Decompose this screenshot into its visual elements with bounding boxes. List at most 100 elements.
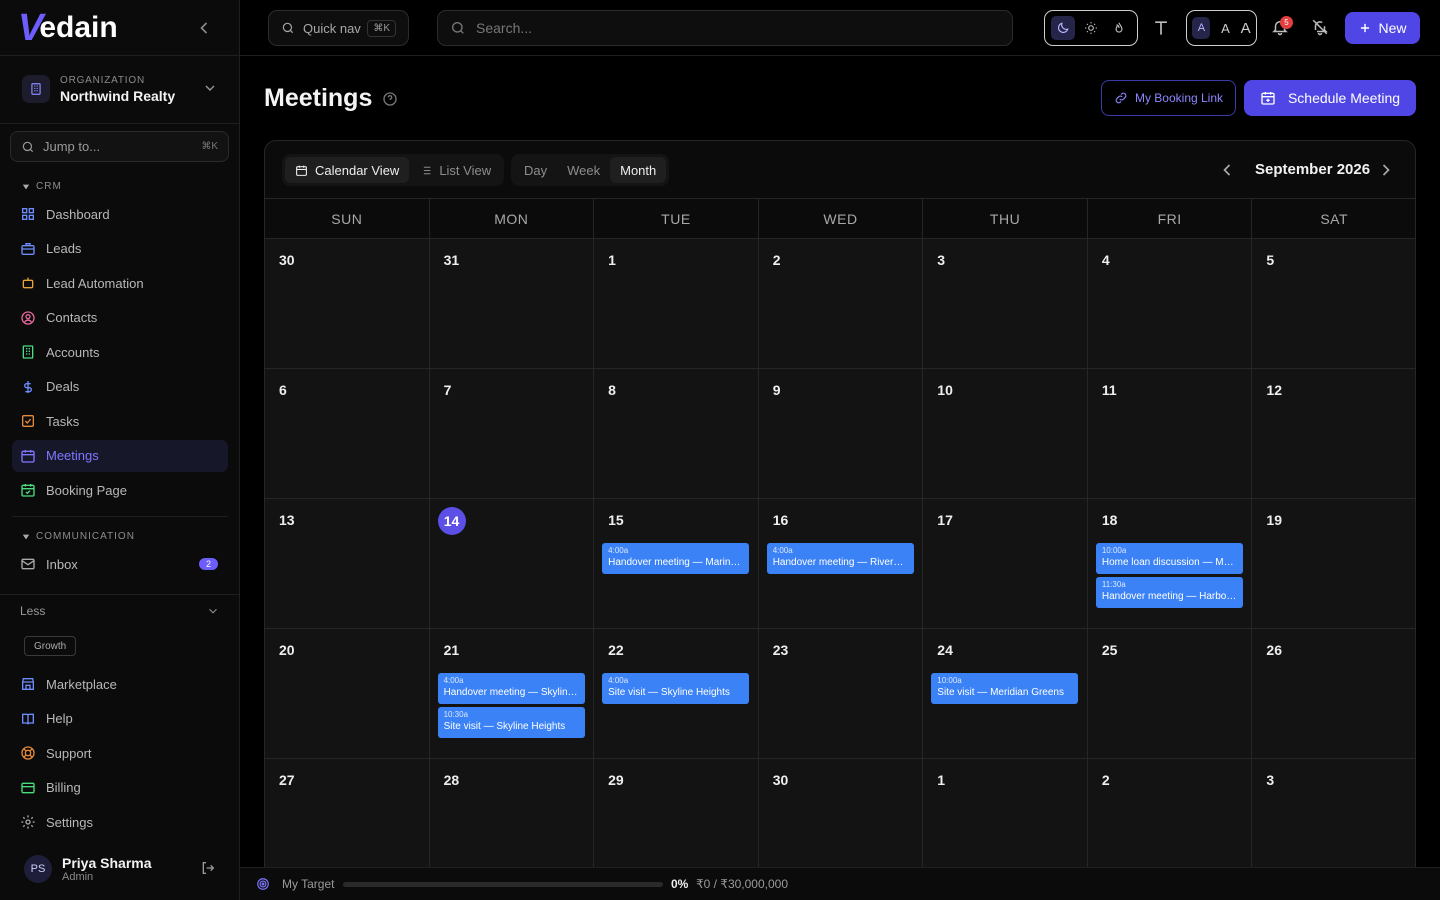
day-number: 12 xyxy=(1266,382,1282,398)
day-cell[interactable]: 30 xyxy=(265,239,430,369)
sun-icon[interactable] xyxy=(1079,16,1103,40)
day-cell[interactable]: 31 xyxy=(429,239,595,369)
link-icon xyxy=(1115,92,1127,104)
bell-off-icon[interactable] xyxy=(1311,18,1331,38)
day-cell[interactable]: 23 xyxy=(758,629,924,759)
sidebar-item-billing[interactable]: Billing xyxy=(12,772,228,804)
logout-icon[interactable] xyxy=(200,860,216,876)
sidebar-item-help[interactable]: Help xyxy=(12,703,228,735)
quick-nav-button[interactable]: Quick nav ⌘K xyxy=(268,10,409,46)
day-cell[interactable]: 7 xyxy=(429,369,595,499)
day-cell[interactable]: 2 xyxy=(758,239,924,369)
less-toggle[interactable]: Less xyxy=(20,604,220,618)
section-communication[interactable]: COMMUNICATION xyxy=(22,531,135,542)
day-cell[interactable]: 11 xyxy=(1087,369,1253,499)
sidebar-item-label: Accounts xyxy=(46,344,100,360)
day-cell[interactable]: 3 xyxy=(923,239,1088,369)
day-cell[interactable]: 14 xyxy=(429,499,595,629)
event-time: 4:00a xyxy=(608,676,629,685)
moon-icon[interactable] xyxy=(1051,16,1075,40)
sidebar-item-lead-automation[interactable]: Lead Automation xyxy=(12,267,228,299)
calendar-view-tab[interactable]: Calendar View xyxy=(285,157,410,183)
calendar-icon xyxy=(296,165,307,176)
text-format-icon[interactable] xyxy=(1151,18,1171,38)
brand-logo[interactable]: V edain xyxy=(18,6,118,50)
day-cell[interactable]: 22 4:00a Site visit — Skyline Heights xyxy=(594,629,759,759)
meeting-event[interactable]: 10:00a Home loan discussion — Mari... xyxy=(1095,543,1243,574)
calendar-card: Calendar View List View Day Week Month S… xyxy=(264,140,1416,900)
section-crm[interactable]: CRM xyxy=(22,181,62,192)
sidebar-item-support[interactable]: Support xyxy=(12,737,228,769)
list-view-tab[interactable]: List View xyxy=(409,157,501,183)
meeting-event[interactable]: 4:00a Handover meeting — Marina ... xyxy=(602,543,750,574)
meeting-event[interactable]: 4:00a Handover meeting — Skyline ... xyxy=(437,673,585,704)
jump-to-input[interactable]: Jump to... ⌘K xyxy=(10,131,229,162)
font-size-small[interactable]: A xyxy=(1192,17,1211,39)
sidebar-item-contacts[interactable]: Contacts xyxy=(12,302,228,334)
prev-month-icon[interactable] xyxy=(1217,160,1237,180)
sidebar-item-accounts[interactable]: Accounts xyxy=(12,336,228,368)
day-cell[interactable]: 19 xyxy=(1252,499,1415,629)
meeting-event[interactable]: 4:00a Handover meeting — Riversi... xyxy=(766,543,914,574)
booking-link-button[interactable]: My Booking Link xyxy=(1101,80,1236,116)
sidebar-item-meetings[interactable]: Meetings xyxy=(12,439,228,472)
day-cell[interactable]: 12 xyxy=(1252,369,1415,499)
day-cell[interactable]: 26 xyxy=(1252,629,1415,759)
sidebar-item-dashboard[interactable]: Dashboard xyxy=(12,198,228,230)
day-cell[interactable]: 24 10:00a Site visit — Meridian Greens xyxy=(923,629,1088,759)
event-time: 10:00a xyxy=(937,676,962,685)
day-cell[interactable]: 18 10:00a Home loan discussion — Mari... 11… xyxy=(1087,499,1253,629)
event-time: 10:00a xyxy=(1101,546,1127,555)
sidebar-item-settings[interactable]: Settings xyxy=(12,806,228,838)
schedule-meeting-button[interactable]: Schedule Meeting xyxy=(1244,80,1416,116)
sidebar-item-label: Meetings xyxy=(46,448,99,463)
target-bar: My Target 0% ₹0 / ₹30,000,000 xyxy=(240,867,1440,900)
sidebar-item-label: Settings xyxy=(46,814,93,830)
day-number: 5 xyxy=(1266,252,1275,268)
week-tab[interactable]: Week xyxy=(557,157,610,183)
sidebar-item-inbox[interactable]: Inbox 2 xyxy=(12,548,228,580)
org-switcher[interactable]: ORGANIZATION Northwind Realty xyxy=(12,64,228,114)
day-cell[interactable]: 6 xyxy=(265,369,430,499)
day-cell[interactable]: 16 4:00a Handover meeting — Riversi... xyxy=(758,499,924,629)
sidebar-item-tasks[interactable]: Tasks xyxy=(12,405,228,437)
day-cell[interactable]: 10 xyxy=(923,369,1088,499)
sidebar-item-deals[interactable]: Deals xyxy=(12,371,228,403)
store-icon xyxy=(22,678,34,690)
day-cell[interactable]: 20 xyxy=(265,629,430,759)
meeting-event[interactable]: 11:30a Handover meeting — Harbor ... xyxy=(1095,577,1243,608)
sidebar-item-booking-page[interactable]: Booking Page xyxy=(12,474,228,506)
meeting-event[interactable]: 10:00a Site visit — Meridian Greens xyxy=(931,673,1079,704)
user-profile[interactable]: PS Priya Sharma Admin xyxy=(24,852,224,886)
sidebar-item-marketplace[interactable]: Marketplace xyxy=(12,668,228,700)
flame-icon[interactable] xyxy=(1107,16,1131,40)
font-size-large[interactable]: A xyxy=(1241,20,1251,37)
collapse-sidebar-icon[interactable] xyxy=(194,18,214,38)
help-circle-icon[interactable] xyxy=(382,91,398,107)
day-cell[interactable]: 4 xyxy=(1087,239,1253,369)
day-cell[interactable]: 21 4:00a Handover meeting — Skyline ... 10:… xyxy=(429,629,595,759)
day-cell[interactable]: 1 xyxy=(594,239,759,369)
month-tab[interactable]: Month xyxy=(610,157,667,183)
day-cell[interactable]: 5 xyxy=(1252,239,1415,369)
day-cell[interactable]: 25 xyxy=(1087,629,1253,759)
font-size-medium[interactable]: A xyxy=(1221,21,1230,36)
day-cell[interactable]: 15 4:00a Handover meeting — Marina ... xyxy=(594,499,759,629)
org-name: Northwind Realty xyxy=(60,87,176,104)
day-cell[interactable]: 13 xyxy=(265,499,430,629)
day-number: 30 xyxy=(772,772,789,788)
search-input[interactable]: Search... xyxy=(437,10,1013,46)
sidebar-item-leads[interactable]: Leads xyxy=(12,233,228,265)
day-cell[interactable]: 8 xyxy=(594,369,759,499)
day-tab[interactable]: Day xyxy=(514,157,557,183)
day-number: 19 xyxy=(1266,512,1282,528)
avatar: PS xyxy=(24,855,52,883)
meeting-event[interactable]: 10:30a Site visit — Skyline Heights xyxy=(437,707,585,738)
next-month-icon[interactable] xyxy=(1376,160,1396,180)
day-cell[interactable]: 17 xyxy=(923,499,1088,629)
user-role: Admin xyxy=(62,871,94,883)
meeting-event[interactable]: 4:00a Site visit — Skyline Heights xyxy=(602,673,750,704)
chevron-down-icon xyxy=(206,604,220,618)
new-button[interactable]: New xyxy=(1345,12,1420,44)
day-cell[interactable]: 9 xyxy=(758,369,924,499)
